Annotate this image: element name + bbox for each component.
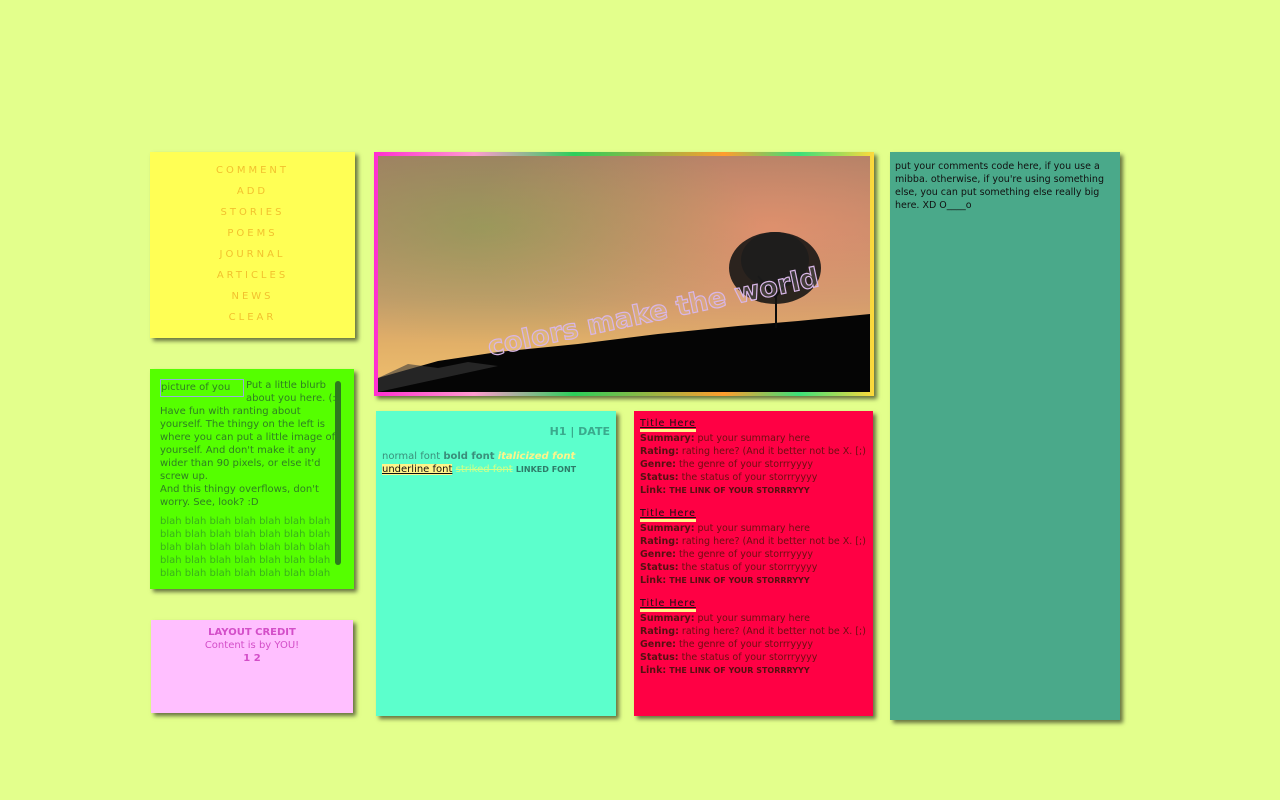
header-image: colors make the world <box>378 156 870 392</box>
rating-label: Rating: <box>640 446 679 457</box>
nav-link-journal[interactable]: JOURNAL <box>150 248 355 269</box>
nav-panel: COMMENT ADD STORIES POEMS JOURNAL ARTICL… <box>150 152 355 338</box>
nav-link-add[interactable]: ADD <box>150 185 355 206</box>
italic-font-sample: italicized font <box>497 451 576 462</box>
nav-link-clear[interactable]: CLEAR <box>150 311 355 332</box>
story-entry: Title Here Summary: put your summary her… <box>640 507 867 587</box>
story-entry: Title Here Summary: put your summary her… <box>640 597 867 677</box>
scrollbar-thumb[interactable] <box>335 381 341 565</box>
story-link[interactable]: THE LINK OF YOUR STORRRYYY <box>669 486 809 495</box>
rating-label: Rating: <box>640 536 679 547</box>
credit-line: Content is by YOU! <box>204 640 300 651</box>
nav-link-stories[interactable]: STORIES <box>150 206 355 227</box>
about-overflow-note: And this thingy overflows, don't worry. … <box>160 484 319 508</box>
genre-label: Genre: <box>640 639 676 650</box>
linked-font-sample[interactable]: LINKED FONT <box>516 465 576 474</box>
stories-panel: Title Here Summary: put your summary her… <box>634 411 873 716</box>
story-link[interactable]: THE LINK OF YOUR STORRRYYY <box>669 666 809 675</box>
story-genre: the genre of your storrryyyy <box>678 549 813 560</box>
story-genre: the genre of your storrryyyy <box>678 459 813 470</box>
summary-label: Summary: <box>640 433 695 444</box>
story-status: the status of your storrryyyy <box>681 562 818 573</box>
pagination-links[interactable]: 1 2 <box>151 652 353 665</box>
story-status: the status of your storrryyyy <box>681 652 818 663</box>
story-genre: the genre of your storrryyyy <box>678 639 813 650</box>
story-rating: rating here? (And it better not be X. [;… <box>681 626 866 637</box>
story-summary: put your summary here <box>697 433 810 444</box>
bold-font-sample: bold font <box>443 451 495 462</box>
story-summary: put your summary here <box>697 613 810 624</box>
rating-label: Rating: <box>640 626 679 637</box>
about-panel: picture of you Put a little blurb about … <box>150 369 354 589</box>
entry-heading: H1 | DATE <box>549 425 610 438</box>
summary-label: Summary: <box>640 523 695 534</box>
comments-panel: put your comments code here, if you use … <box>890 152 1120 720</box>
story-summary: put your summary here <box>697 523 810 534</box>
header-banner: colors make the world <box>374 152 874 396</box>
status-label: Status: <box>640 472 679 483</box>
link-label: Link: <box>640 665 667 676</box>
genre-label: Genre: <box>640 459 676 470</box>
status-label: Status: <box>640 562 679 573</box>
nav-link-comment[interactable]: COMMENT <box>150 164 355 185</box>
story-title[interactable]: Title Here <box>640 418 696 432</box>
story-title[interactable]: Title Here <box>640 598 696 612</box>
about-filler: blah blah blah blah blah blah blah blah … <box>160 516 331 576</box>
credit-panel: LAYOUT CREDIT Content is by YOU! 1 2 <box>151 620 353 713</box>
summary-label: Summary: <box>640 613 695 624</box>
story-link[interactable]: THE LINK OF YOUR STORRRYYY <box>669 576 809 585</box>
normal-font-sample: normal font <box>382 451 441 462</box>
font-samples: normal font bold font italicized font un… <box>382 450 610 476</box>
header-overlay-text-layer: colors make the world <box>484 262 822 364</box>
comments-text: put your comments code here, if you use … <box>895 161 1104 211</box>
link-label: Link: <box>640 485 667 496</box>
credit-title[interactable]: LAYOUT CREDIT <box>151 626 353 639</box>
story-entry: Title Here Summary: put your summary her… <box>640 417 867 497</box>
about-scroll-area[interactable]: picture of you Put a little blurb about … <box>160 379 342 576</box>
nav-link-articles[interactable]: ARTICLES <box>150 269 355 290</box>
story-title[interactable]: Title Here <box>640 508 696 522</box>
genre-label: Genre: <box>640 549 676 560</box>
story-rating: rating here? (And it better not be X. [;… <box>681 536 866 547</box>
strike-font-sample: striked font <box>455 464 513 475</box>
header-overlay-text: colors make the world <box>485 262 822 363</box>
status-label: Status: <box>640 652 679 663</box>
link-label: Link: <box>640 575 667 586</box>
nav-link-poems[interactable]: POEMS <box>150 227 355 248</box>
story-status: the status of your storrryyyy <box>681 472 818 483</box>
story-rating: rating here? (And it better not be X. [;… <box>681 446 866 457</box>
nav-link-news[interactable]: NEWS <box>150 290 355 311</box>
content-panel: H1 | DATE normal font bold font italiciz… <box>376 411 616 716</box>
underline-font-sample: underline font <box>382 464 453 475</box>
profile-image-placeholder: picture of you <box>160 379 244 397</box>
